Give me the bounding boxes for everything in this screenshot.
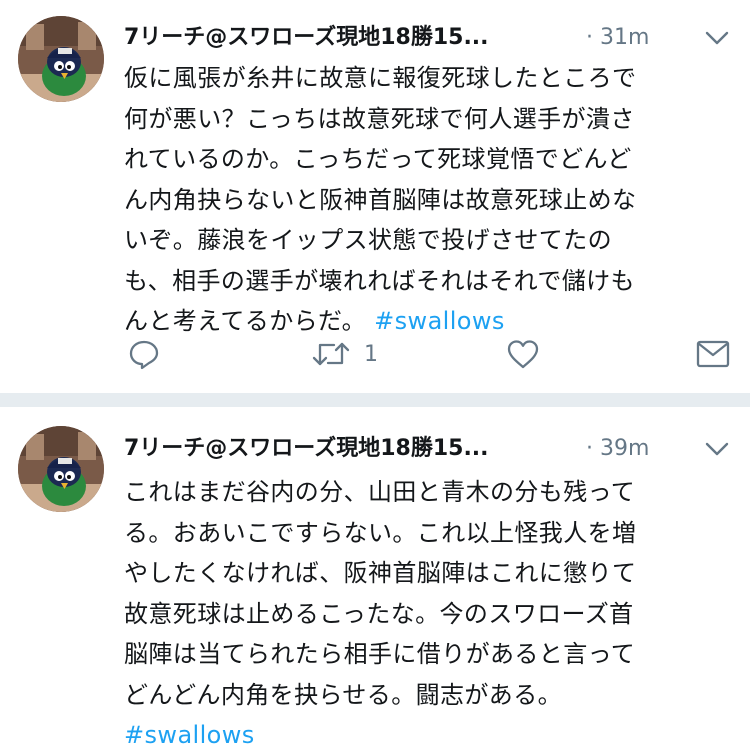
tweet-text-line: も、相手の選手が壊れればそれはそれで儲けも — [124, 266, 635, 295]
tweet-text-line: れているのか。こっちだって死球覚悟でどんど — [124, 145, 632, 173]
tweet-text-line: る。おあいこですらない。これ以上怪我人を増 — [124, 518, 637, 547]
avatar[interactable] — [18, 16, 104, 102]
tweet-actions: 1 — [124, 334, 734, 374]
reply-icon — [129, 340, 159, 370]
chevron-down-icon[interactable] — [704, 437, 730, 461]
tweet-text-line: やしたくなければ、阪神首脳陣はこれに懲りて — [124, 559, 637, 587]
tweet-separator — [0, 393, 750, 407]
tweet-text: これはまだ谷内の分、山田と青木の分も残って る。おあいこですらない。これ以上怪我… — [124, 472, 730, 756]
retweet-icon — [312, 342, 350, 366]
tweet-text-line: いぞ。藤浪をイップス状態で投げさせてたの — [124, 226, 612, 254]
avatar[interactable] — [18, 426, 104, 512]
tweet-text-line: 脳陣は当てられたら相手に借りがあると言って — [124, 640, 636, 668]
retweet-button[interactable]: 1 — [312, 334, 378, 374]
tweet-text-line: ん内角抉らないと阪神首脳陣は故意死球止めな — [124, 185, 637, 214]
tweet-text-line: んと考えてるからだ。 — [124, 307, 367, 335]
retweet-count: 1 — [364, 341, 378, 367]
hashtag-link[interactable]: #swallows — [374, 307, 505, 335]
direct-message-button[interactable] — [696, 334, 730, 374]
avatar-swallow-mascot — [18, 16, 104, 102]
envelope-icon — [696, 340, 730, 368]
tweet-text-line: どんどん内角を抉らせる。闘志がある。 — [124, 680, 562, 709]
tweet-text: 仮に風張が糸井に故意に報復死球したところで 何が悪い？こっちは故意死球で何人選手… — [124, 58, 730, 342]
display-name[interactable]: 7リーチ@スワローズ現地18勝15... — [124, 433, 489, 465]
tweet-header: 7リーチ@スワローズ現地18勝15... · 31m — [124, 22, 734, 54]
like-button[interactable] — [506, 334, 540, 374]
timeline-feed: 7リーチ@スワローズ現地18勝15... · 31m 仮に風張が糸井に故意に報復… — [0, 0, 750, 749]
tweet-text-line: 故意死球は止めるこったな。今のスワローズ首 — [124, 599, 634, 628]
timestamp[interactable]: · 39m — [586, 433, 649, 465]
tweet-text-line: これはまだ谷内の分、山田と青木の分も残って — [124, 478, 636, 506]
tweet-card[interactable]: 7リーチ@スワローズ現地18勝15... · 31m 仮に風張が糸井に故意に報復… — [0, 0, 750, 393]
hashtag-link[interactable]: #swallows — [124, 721, 255, 749]
reply-button[interactable] — [128, 334, 160, 374]
tweet-card[interactable]: 7リーチ@スワローズ現地18勝15... · 39m これはまだ谷内の分、山田と… — [0, 407, 750, 749]
timestamp[interactable]: · 31m — [586, 22, 649, 54]
heart-icon — [507, 340, 539, 369]
tweet-text-line: 何が悪い？こっちは故意死球で何人選手が潰さ — [124, 104, 635, 133]
chevron-down-icon[interactable] — [704, 26, 730, 50]
tweet-text-line: 仮に風張が糸井に故意に報復死球したところで — [124, 64, 637, 92]
avatar-swallow-mascot — [18, 426, 104, 512]
tweet-header: 7リーチ@スワローズ現地18勝15... · 39m — [124, 433, 734, 465]
display-name[interactable]: 7リーチ@スワローズ現地18勝15... — [124, 22, 489, 54]
